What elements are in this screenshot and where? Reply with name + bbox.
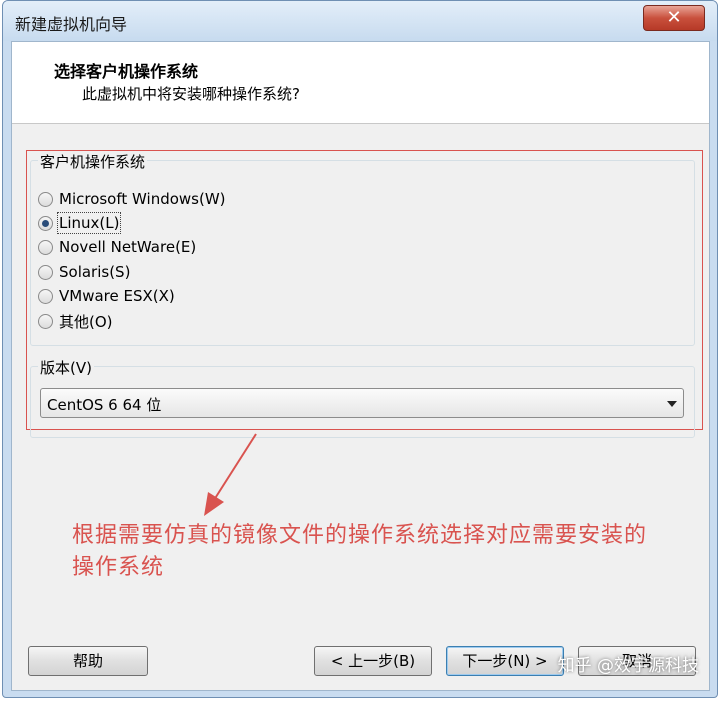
radio-label: Novell NetWare(E) — [59, 238, 197, 256]
wizard-header: 选择客户机操作系统 此虚拟机中将安装哪种操作系统? — [12, 42, 709, 124]
close-button[interactable]: ✕ — [643, 5, 705, 31]
radio-windows[interactable]: Microsoft Windows(W) — [38, 188, 226, 210]
radio-button[interactable] — [38, 215, 53, 231]
radio-button[interactable] — [38, 264, 53, 280]
radio-label: 其他(O) — [59, 312, 113, 331]
radio-linux[interactable]: Linux(L) — [38, 212, 122, 234]
page-subtitle: 此虚拟机中将安装哪种操作系统? — [82, 85, 300, 103]
title-bar[interactable]: 新建虚拟机向导 ✕ — [3, 1, 717, 41]
window-title: 新建虚拟机向导 — [15, 15, 128, 34]
wizard-window: 新建虚拟机向导 ✕ 选择客户机操作系统 此虚拟机中将安装哪种操作系统? 客户机操… — [2, 0, 718, 698]
radio-netware[interactable]: Novell NetWare(E) — [38, 236, 196, 258]
radio-button[interactable] — [38, 239, 53, 255]
watermark: 知乎 @效宇源科技 — [557, 656, 699, 676]
version-select[interactable]: CentOS 6 64 位 — [40, 388, 684, 418]
radio-other[interactable]: 其他(O) — [38, 310, 113, 332]
wizard-body: 选择客户机操作系统 此虚拟机中将安装哪种操作系统? 客户机操作系统 Micros… — [11, 41, 710, 691]
radio-button[interactable] — [38, 313, 53, 329]
radio-label: Microsoft Windows(W) — [59, 190, 226, 208]
next-button[interactable]: 下一步(N) > — [446, 646, 564, 676]
annotation-text: 根据需要仿真的镜像文件的操作系统选择对应需要安装的操作系统 — [72, 523, 648, 580]
radio-label: VMware ESX(X) — [59, 287, 175, 305]
back-button[interactable]: < 上一步(B) — [314, 646, 432, 676]
chevron-down-icon[interactable] — [667, 401, 677, 407]
radio-button[interactable] — [38, 288, 53, 304]
radio-label: Linux(L) — [56, 212, 122, 234]
version-group-label: 版本(V) — [38, 357, 94, 378]
guest-os-group-label: 客户机操作系统 — [38, 151, 148, 172]
radio-button[interactable] — [38, 191, 53, 207]
radio-solaris[interactable]: Solaris(S) — [38, 261, 130, 283]
radio-label: Solaris(S) — [59, 263, 131, 281]
radio-esx[interactable]: VMware ESX(X) — [38, 285, 175, 307]
close-icon: ✕ — [666, 7, 682, 28]
annotation-arrow-icon — [204, 433, 257, 516]
page-title: 选择客户机操作系统 — [54, 62, 199, 81]
help-button[interactable]: 帮助 — [28, 646, 148, 676]
version-select-value: CentOS 6 64 位 — [47, 396, 162, 414]
